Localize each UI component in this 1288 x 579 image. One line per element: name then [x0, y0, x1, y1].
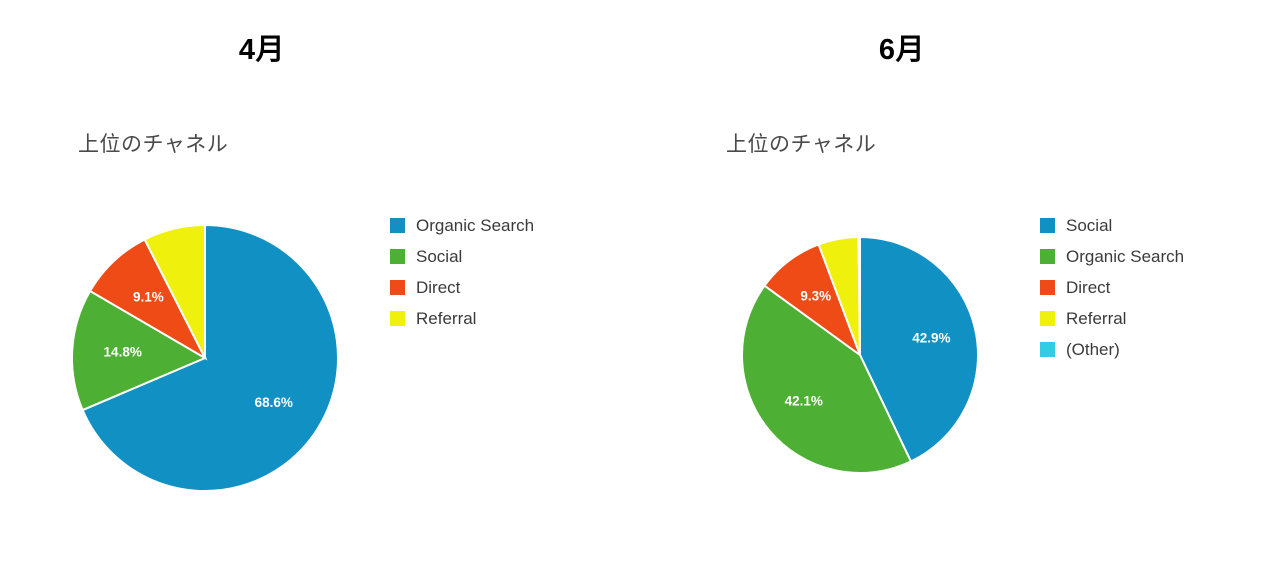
legend-item-label: Referral: [416, 309, 477, 328]
legend-swatch-icon: [1040, 249, 1055, 264]
pie-svg-june: 42.9% 42.1% 9.3%: [741, 235, 979, 474]
legend-item[interactable]: Referral: [390, 303, 534, 334]
month-title-april: 4月: [238, 34, 286, 66]
legend-item[interactable]: Referral: [1040, 303, 1184, 334]
chart-panel-june: 6月 上位のチャネル 42.9% 42.1% 9.3% Social Organic…: [644, 0, 1288, 579]
pie-chart-april: 68.6% 14.8% 9.1%: [70, 223, 340, 493]
legend-swatch-icon: [390, 218, 405, 233]
legend-swatch-icon: [1040, 218, 1055, 233]
chart-panel-april: 4月 上位のチャネル 68.6% 14.8% 9.1% Organic Search…: [0, 0, 644, 579]
pie-slice-label: 68.6%: [255, 395, 293, 410]
legend-item-label: Direct: [1066, 278, 1111, 297]
dashboard-page: 4月 上位のチャネル 68.6% 14.8% 9.1% Organic Search…: [0, 0, 1288, 579]
pie-svg-april: 68.6% 14.8% 9.1%: [71, 223, 339, 492]
card-title-june: 上位のチャネル: [726, 133, 877, 156]
month-title-june: 6月: [878, 34, 926, 66]
legend-item[interactable]: Social: [390, 241, 534, 272]
legend-swatch-icon: [390, 280, 405, 295]
legend-item[interactable]: Direct: [390, 272, 534, 303]
legend-swatch-icon: [390, 249, 405, 264]
legend-item-label: Organic Search: [1066, 247, 1185, 266]
pie-slice-label: 9.1%: [133, 290, 164, 305]
legend-item-label: Direct: [416, 278, 461, 297]
legend-item[interactable]: Organic Search: [390, 210, 534, 241]
legend-swatch-icon: [1040, 342, 1055, 357]
pie-slice-label: 42.1%: [785, 393, 823, 408]
legend-item-label: Organic Search: [416, 216, 535, 235]
pie-slice-label: 42.9%: [912, 330, 950, 345]
pie-slice-label: 14.8%: [104, 344, 142, 359]
legend-swatch-icon: [1040, 311, 1055, 326]
legend-april: Organic Search Social Direct Referral: [390, 210, 534, 334]
pie-chart-june: 42.9% 42.1% 9.3%: [740, 235, 980, 475]
legend-item-label: Referral: [1066, 309, 1127, 328]
legend-swatch-icon: [390, 311, 405, 326]
legend-item[interactable]: Organic Search: [1040, 241, 1184, 272]
legend-item-label: Social: [1066, 216, 1113, 235]
legend-june: Social Organic Search Direct Referral (O…: [1040, 210, 1184, 365]
legend-swatch-icon: [1040, 280, 1055, 295]
legend-item-label: (Other): [1066, 340, 1120, 359]
legend-item[interactable]: Direct: [1040, 272, 1184, 303]
pie-slice-label: 9.3%: [800, 288, 831, 303]
legend-item[interactable]: Social: [1040, 210, 1184, 241]
card-title-april: 上位のチャネル: [78, 133, 229, 156]
legend-item-label: Social: [416, 247, 463, 266]
legend-item[interactable]: (Other): [1040, 334, 1184, 365]
